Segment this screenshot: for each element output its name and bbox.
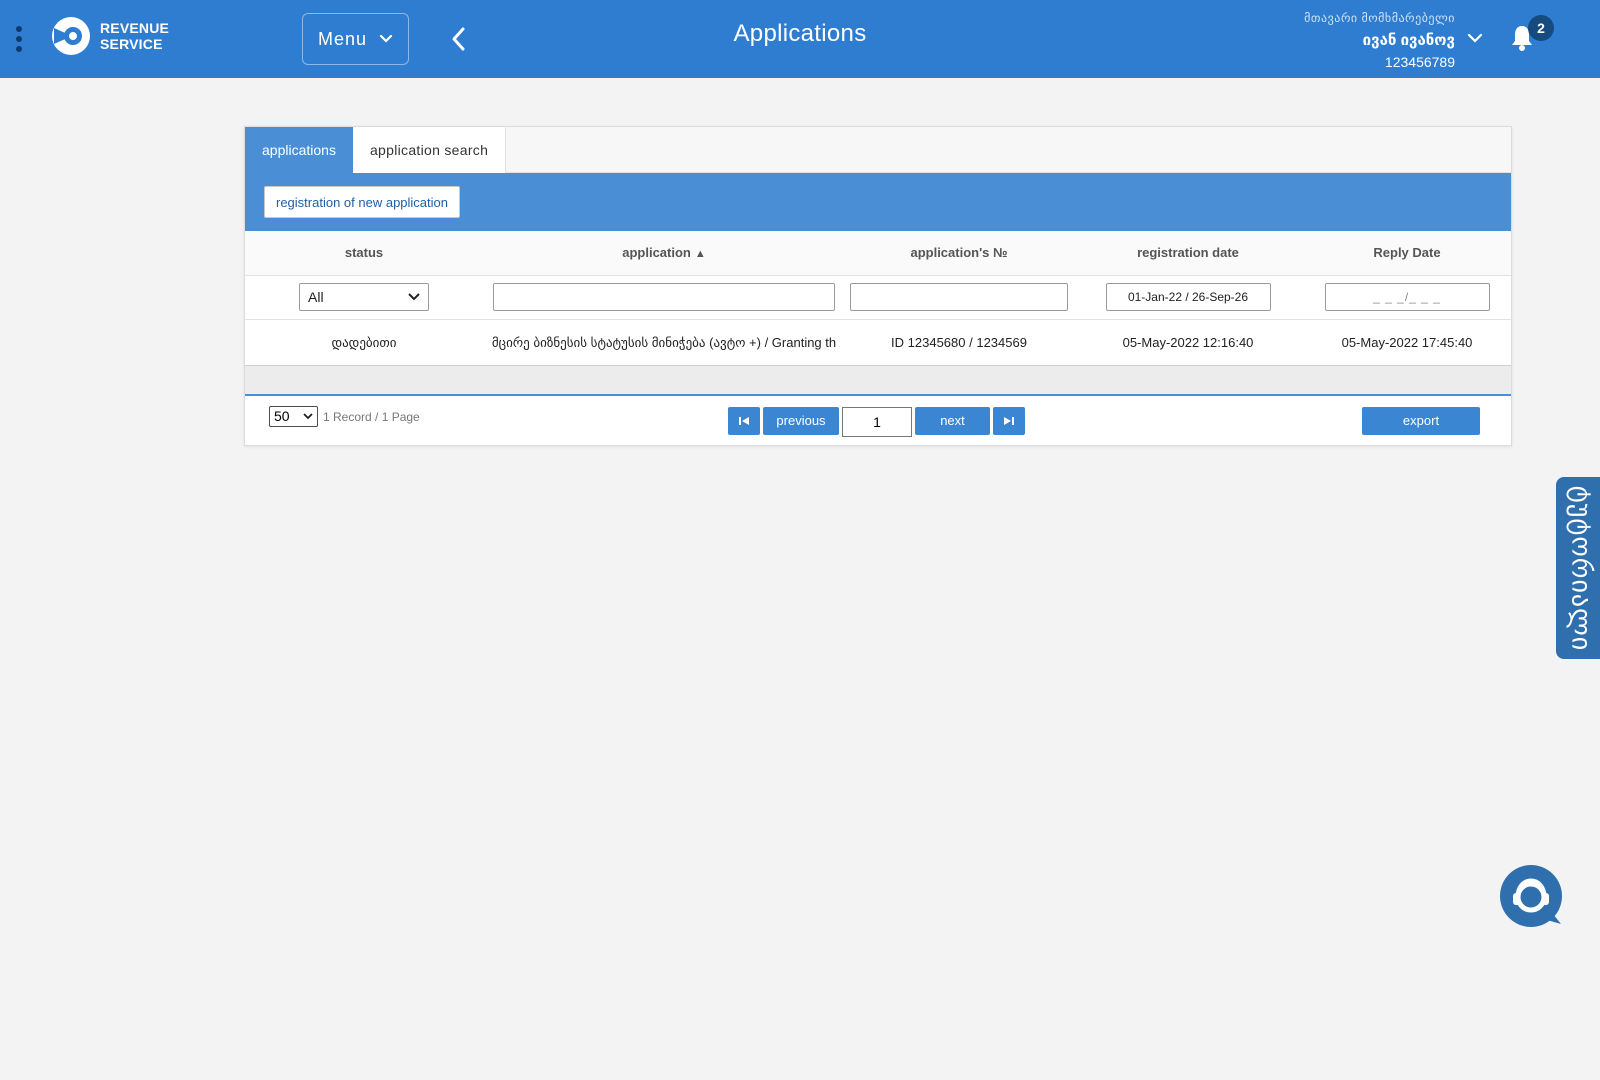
user-id: 123456789 (1384, 54, 1455, 70)
chevron-down-icon (408, 293, 420, 301)
notification-badge: 2 (1528, 15, 1554, 41)
applications-panel: applications application search registra… (244, 126, 1512, 446)
first-page-button[interactable] (728, 406, 760, 435)
table-footer-strip (245, 365, 1511, 396)
tab-bar: applications application search (245, 127, 1511, 173)
cell-status: დადებითი (245, 319, 483, 366)
column-header-application-no[interactable]: application's № (845, 231, 1073, 276)
sort-asc-icon: ▲ (694, 248, 706, 261)
tutorial-label: ტუტორიალი (1566, 485, 1597, 651)
page-size-value: 50 (274, 408, 290, 424)
top-bar: REVENUE SERVICE Menu Applications მთავარ… (0, 0, 1600, 78)
page-size-select[interactable]: 50 (269, 405, 318, 427)
cell-application: მცირე ბიზნესის სტატუსის მინიჭება (ავტო +… (483, 319, 845, 366)
reply-date-filter-input[interactable]: _ _ _/_ _ _ (1324, 283, 1490, 311)
next-button[interactable]: next (915, 406, 990, 435)
export-button[interactable]: export (1362, 406, 1480, 435)
registration-date-filter-input[interactable]: 01-Jan-22 / 26-Sep-26 (1105, 283, 1271, 311)
tab-application-search[interactable]: application search (352, 127, 507, 173)
column-header-reply-date[interactable]: Reply Date (1303, 231, 1511, 276)
user-info[interactable]: მთავარი მომხმარებელი ივან ივანოვ 1234567… (1304, 11, 1455, 70)
last-page-icon (1004, 416, 1014, 425)
cell-application-no: ID 12345680 / 1234569 (845, 319, 1073, 366)
cell-registration-date: 05-May-2022 12:16:40 (1073, 319, 1303, 366)
status-filter-select[interactable]: All (299, 283, 429, 311)
column-header-application[interactable]: application ▲ (483, 231, 845, 276)
user-menu-chevron-icon[interactable] (1467, 30, 1483, 46)
previous-button[interactable]: previous (763, 406, 839, 435)
status-filter-value: All (308, 289, 324, 305)
applications-table: status application ▲ application's № regi… (245, 231, 1511, 366)
pager: 50 1 Record / 1 Page previous 1 next exp… (245, 396, 1511, 446)
last-page-button[interactable] (993, 406, 1025, 435)
user-name: ივან ივანოვ (1362, 32, 1455, 49)
column-header-registration-date[interactable]: registration date (1073, 231, 1303, 276)
filter-row: All 01-Jan-22 / 26-Sep-26 _ _ _/_ _ _ (245, 275, 1511, 320)
user-role: მთავარი მომხმარებელი (1304, 11, 1455, 25)
page-number-input[interactable]: 1 (842, 406, 912, 437)
toolbar: registration of new application (245, 173, 1511, 231)
column-header-status[interactable]: status (245, 231, 483, 276)
records-info: 1 Record / 1 Page (323, 409, 420, 424)
tutorial-side-tab[interactable]: ტუტორიალი (1556, 477, 1600, 659)
application-no-filter-input[interactable] (850, 283, 1068, 311)
tab-applications[interactable]: applications (245, 127, 353, 173)
table-row[interactable]: დადებითი მცირე ბიზნესის სტატუსის მინიჭებ… (245, 319, 1511, 366)
table-header-row: status application ▲ application's № regi… (245, 231, 1511, 276)
application-filter-input[interactable] (493, 283, 835, 311)
chat-support-icon[interactable] (1499, 864, 1567, 932)
first-page-icon (739, 416, 749, 425)
cell-reply-date: 05-May-2022 17:45:40 (1303, 319, 1511, 366)
new-application-button[interactable]: registration of new application (264, 186, 460, 218)
chevron-down-icon (303, 412, 313, 419)
